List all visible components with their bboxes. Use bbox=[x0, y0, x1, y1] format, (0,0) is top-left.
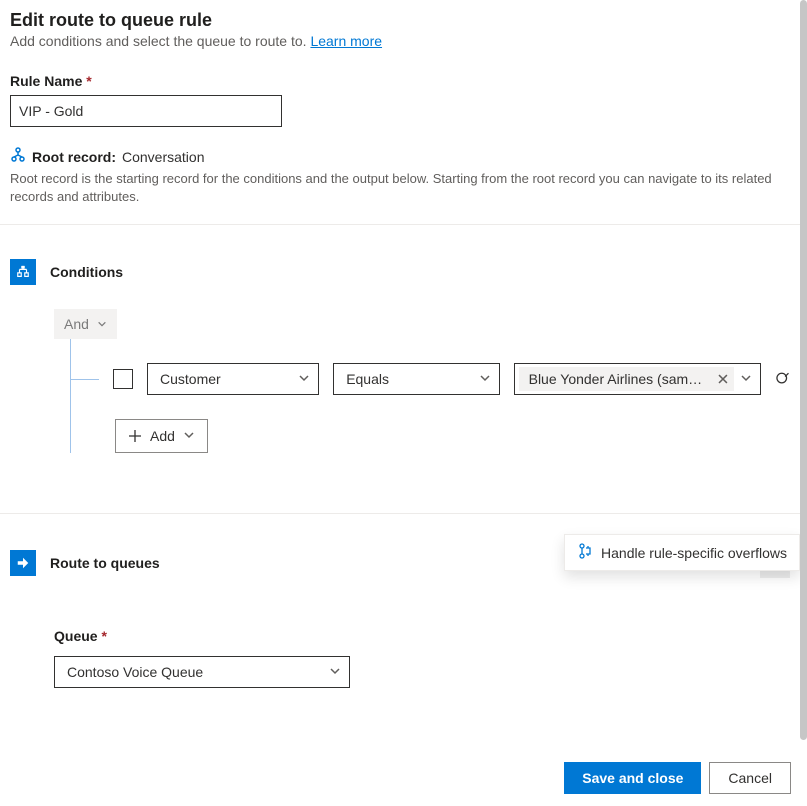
rule-name-label-text: Rule Name bbox=[10, 73, 82, 89]
route-section-icon bbox=[10, 550, 36, 576]
operator-value: Equals bbox=[346, 371, 389, 387]
save-button[interactable]: Save and close bbox=[564, 762, 701, 794]
tree-branch bbox=[71, 379, 99, 380]
condition-row: Customer Equals Blue Yonder Airlines (sa… bbox=[71, 339, 790, 395]
page-subtitle: Add conditions and select the queue to r… bbox=[10, 33, 790, 49]
scrollbar-track[interactable] bbox=[800, 0, 807, 806]
search-icon[interactable] bbox=[775, 371, 790, 387]
root-record-help: Root record is the starting record for t… bbox=[10, 170, 790, 206]
operator-dropdown[interactable]: Equals bbox=[333, 363, 499, 395]
divider bbox=[0, 513, 800, 514]
overflow-icon bbox=[577, 543, 593, 562]
group-operator-dropdown[interactable]: And bbox=[54, 309, 117, 339]
chevron-down-icon bbox=[479, 371, 491, 387]
plus-icon bbox=[128, 429, 142, 443]
queue-value: Contoso Voice Queue bbox=[67, 664, 203, 680]
page-title: Edit route to queue rule bbox=[10, 10, 790, 31]
chevron-down-icon bbox=[97, 319, 107, 329]
cancel-button[interactable]: Cancel bbox=[709, 762, 791, 794]
attribute-dropdown[interactable]: Customer bbox=[147, 363, 319, 395]
overflow-menu-item[interactable]: Handle rule-specific overflows bbox=[564, 534, 800, 571]
queue-label: Queue * bbox=[54, 628, 790, 644]
add-label: Add bbox=[150, 428, 175, 444]
value-chip: Blue Yonder Airlines (sample) bbox=[519, 367, 734, 391]
rule-name-label: Rule Name * bbox=[10, 73, 790, 89]
value-dropdown[interactable]: Blue Yonder Airlines (sample) bbox=[514, 363, 761, 395]
required-asterisk: * bbox=[86, 73, 91, 89]
route-title: Route to queues bbox=[50, 555, 160, 571]
group-operator-label: And bbox=[64, 316, 89, 332]
chevron-down-icon bbox=[740, 371, 752, 387]
tree-branch bbox=[71, 428, 115, 444]
required-asterisk: * bbox=[101, 628, 106, 644]
conditions-section-icon bbox=[10, 259, 36, 285]
scrollbar-thumb[interactable] bbox=[800, 0, 807, 740]
condition-checkbox[interactable] bbox=[113, 369, 133, 389]
hierarchy-icon bbox=[10, 147, 26, 166]
divider bbox=[0, 224, 800, 225]
root-record-value: Conversation bbox=[122, 149, 205, 165]
subtitle-text: Add conditions and select the queue to r… bbox=[10, 33, 310, 49]
add-condition-button[interactable]: Add bbox=[115, 419, 208, 453]
root-record-label: Root record: bbox=[32, 149, 116, 165]
attribute-value: Customer bbox=[160, 371, 221, 387]
remove-chip-icon[interactable] bbox=[718, 374, 728, 384]
learn-more-link[interactable]: Learn more bbox=[310, 33, 382, 49]
chevron-down-icon bbox=[329, 664, 341, 680]
chevron-down-icon bbox=[298, 371, 310, 387]
value-chip-text: Blue Yonder Airlines (sample) bbox=[529, 371, 710, 387]
queue-dropdown[interactable]: Contoso Voice Queue bbox=[54, 656, 350, 688]
overflow-menu-label: Handle rule-specific overflows bbox=[601, 545, 787, 561]
queue-label-text: Queue bbox=[54, 628, 98, 644]
chevron-down-icon bbox=[183, 428, 195, 444]
conditions-title: Conditions bbox=[50, 264, 123, 280]
rule-name-input[interactable] bbox=[10, 95, 282, 127]
